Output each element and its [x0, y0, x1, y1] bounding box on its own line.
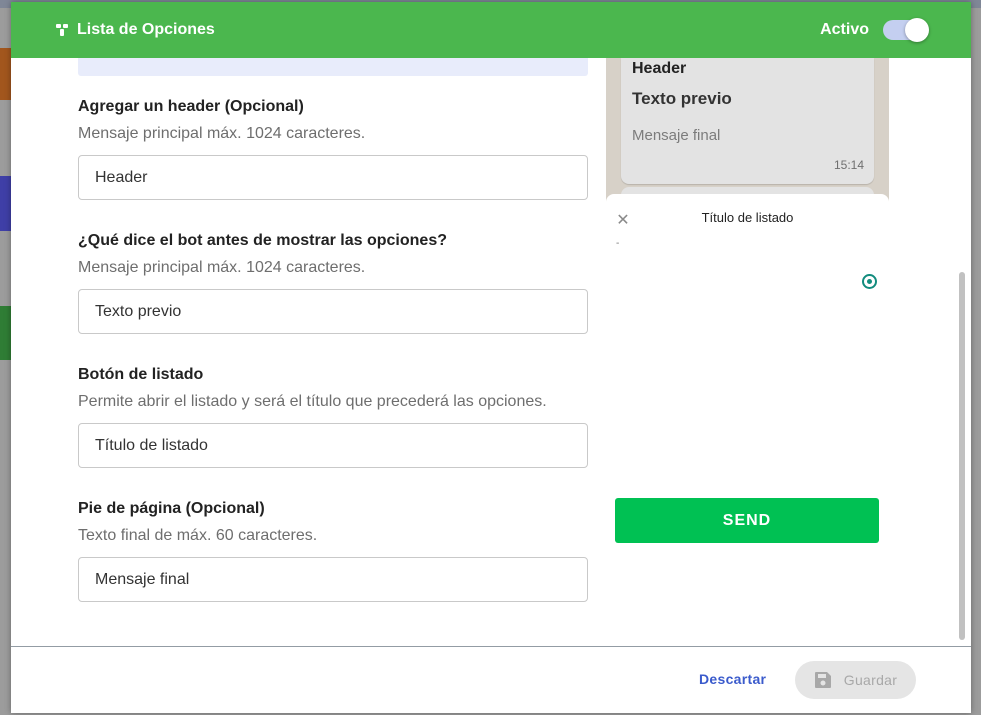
- option-radio[interactable]: [862, 274, 877, 289]
- list-button-input[interactable]: [78, 423, 588, 468]
- discard-button[interactable]: Descartar: [699, 671, 766, 687]
- bubble-body: Texto previo: [632, 89, 732, 108]
- field-title: Pie de página (Opcional): [78, 500, 265, 517]
- field-help: Texto final de máx. 60 caracteres.: [78, 527, 318, 544]
- footer-input[interactable]: [78, 557, 588, 602]
- options-sheet: ✕ Título de listado - SEND: [606, 194, 889, 554]
- background-node-blue: [0, 176, 11, 231]
- save-label: Guardar: [843, 672, 898, 688]
- status-label: Activo: [820, 21, 869, 38]
- header-input[interactable]: [78, 155, 588, 200]
- message-bubble: Header Texto previo Mensaje final 15:14: [621, 58, 874, 184]
- message-preview: Header Texto previo Mensaje final 15:14 …: [606, 58, 889, 554]
- field-help: Permite abrir el listado y será el títul…: [78, 393, 547, 410]
- field-help: Mensaje principal máx. 1024 caracteres.: [78, 125, 366, 142]
- form-column: Agregar un header (Opcional) Mensaje pri…: [78, 95, 588, 631]
- bubble-header: Header: [632, 60, 687, 77]
- dialog-header: Lista de Opciones Activo: [11, 2, 971, 58]
- dialog-title: Lista de Opciones: [77, 21, 215, 38]
- dialog-body: Agregar un header (Opcional) Mensaje pri…: [11, 58, 971, 646]
- send-button[interactable]: SEND: [615, 498, 879, 543]
- field-help: Mensaje principal máx. 1024 caracteres.: [78, 259, 366, 276]
- dialog-footer: Descartar Guardar: [11, 647, 971, 713]
- background-node-orange: [0, 48, 11, 100]
- sheet-title: Título de listado: [701, 210, 794, 225]
- field-pre-text: ¿Qué dice el bot antes de mostrar las op…: [78, 229, 588, 363]
- field-title: Agregar un header (Opcional): [78, 98, 304, 115]
- info-banner: [78, 58, 588, 76]
- save-disk-icon: [814, 671, 832, 689]
- field-title: ¿Qué dice el bot antes de mostrar las op…: [78, 232, 447, 249]
- bubble-timestamp: 15:14: [833, 158, 864, 172]
- save-button[interactable]: Guardar: [795, 661, 916, 699]
- options-list-dialog: Lista de Opciones Activo Agregar un head…: [11, 2, 971, 713]
- list-options-icon: [55, 23, 69, 37]
- scrollbar[interactable]: [957, 64, 967, 642]
- field-list-button: Botón de listado Permite abrir el listad…: [78, 363, 588, 497]
- scrollbar-thumb[interactable]: [959, 272, 965, 640]
- bubble-footer: Mensaje final: [632, 127, 721, 144]
- pre-text-input[interactable]: [78, 289, 588, 334]
- toggle-knob: [905, 18, 929, 42]
- option-item-label: -: [616, 238, 620, 249]
- field-title: Botón de listado: [78, 366, 204, 383]
- field-header: Agregar un header (Opcional) Mensaje pri…: [78, 95, 588, 229]
- field-footer: Pie de página (Opcional) Texto final de …: [78, 497, 588, 631]
- status-toggle-group: Activo: [820, 18, 929, 42]
- background-node-green: [0, 306, 11, 360]
- active-toggle[interactable]: [883, 18, 929, 42]
